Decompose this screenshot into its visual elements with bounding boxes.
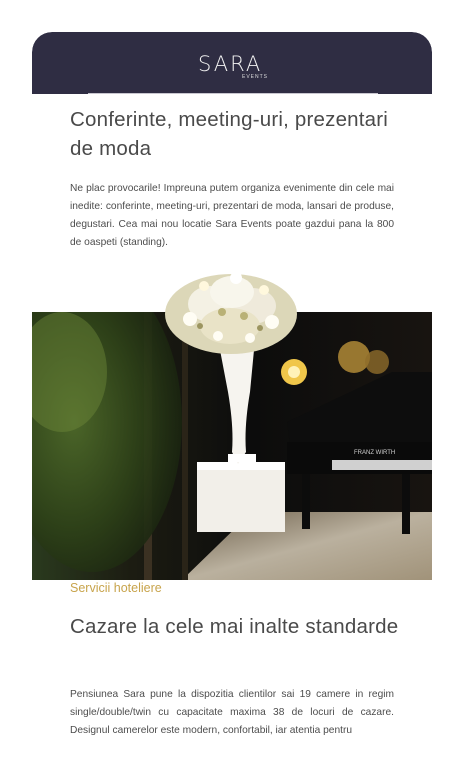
section-kicker-hotel-services[interactable]: Servicii hoteliere xyxy=(70,581,162,595)
section-body-accommodation: Pensiunea Sara pune la dispozitia client… xyxy=(70,689,394,736)
section-title-conferences: Conferinte, meeting-uri, prezentari de m… xyxy=(70,108,389,160)
site-header: SARA EVENTS xyxy=(32,32,432,94)
section-title-accommodation: Cazare la cele mai inalte standarde xyxy=(70,615,399,638)
flower-arrangement xyxy=(165,272,297,354)
piano-brand-label: FRANZ WIRTH xyxy=(354,450,395,456)
section-body-conferences: Ne plac provocarile! Impreuna putem orga… xyxy=(70,183,394,248)
header-divider xyxy=(88,93,378,94)
sara-events-logo[interactable]: SARA EVENTS xyxy=(198,52,268,82)
phone-screen: SARA EVENTS Conferinte, meeting-uri, pre… xyxy=(32,32,432,774)
logo-wordmark: SARA xyxy=(198,52,263,76)
logo-subtitle: EVENTS xyxy=(242,74,269,80)
